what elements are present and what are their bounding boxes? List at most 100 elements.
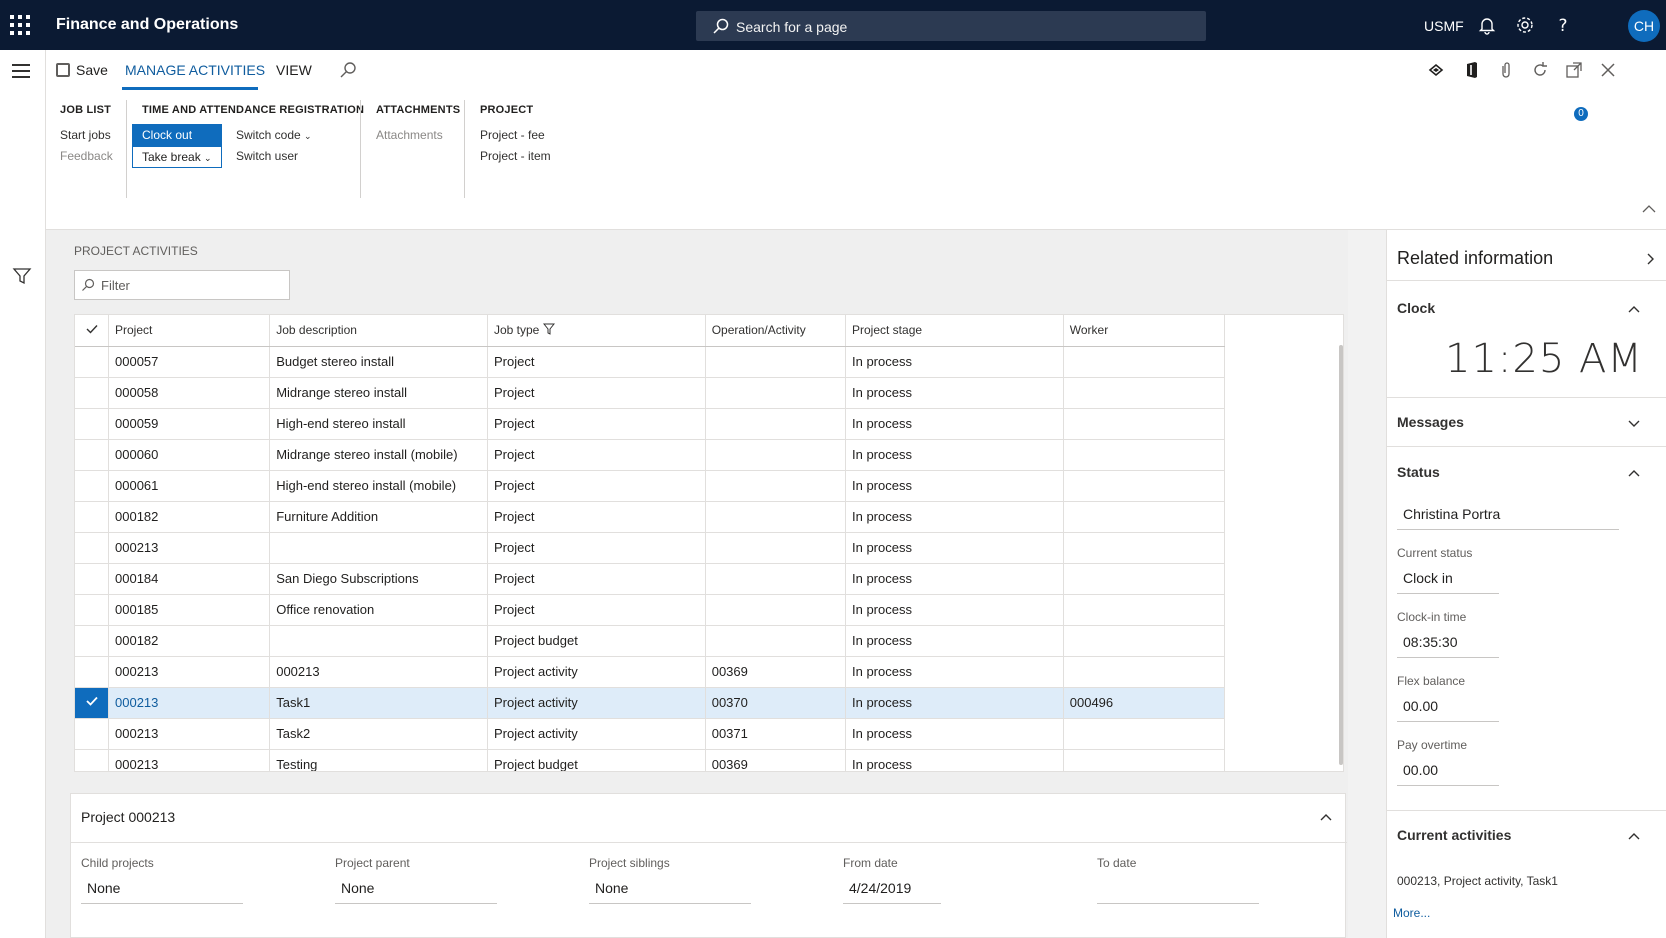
- cell-project-stage[interactable]: In process: [845, 377, 1064, 409]
- cell-operation-activity[interactable]: [705, 439, 847, 471]
- refresh-icon[interactable]: [1530, 60, 1550, 80]
- cell-operation-activity[interactable]: [705, 594, 847, 626]
- table-row[interactable]: 000058 Midrange stereo install Project In p…: [75, 377, 1226, 409]
- table-row[interactable]: 000060 Midrange stereo install (mobile) Pr…: [75, 439, 1226, 471]
- switch-code-button[interactable]: Switch code ⌄: [236, 128, 312, 142]
- cell-operation-activity[interactable]: [705, 377, 847, 409]
- cell-job-description[interactable]: Midrange stereo install: [269, 377, 488, 409]
- cell-operation-activity[interactable]: [705, 346, 847, 378]
- cell-job-description[interactable]: Task2: [269, 718, 488, 750]
- cell-project-stage[interactable]: In process: [845, 501, 1064, 533]
- table-row[interactable]: 000213 Testing Project budget 00369 In proce…: [75, 749, 1226, 771]
- row-checkbox[interactable]: [75, 718, 109, 750]
- cell-project[interactable]: 000213: [108, 718, 271, 750]
- table-row[interactable]: 000061 High-end stereo install (mobile) Pr…: [75, 470, 1226, 502]
- cell-job-type[interactable]: Project activity: [487, 687, 706, 719]
- gear-icon[interactable]: [1514, 14, 1536, 36]
- cell-worker[interactable]: [1063, 408, 1226, 440]
- cell-project[interactable]: 000060: [108, 439, 271, 471]
- row-checkbox[interactable]: [75, 377, 109, 409]
- diamond-icon[interactable]: [1426, 60, 1446, 80]
- project-item-button[interactable]: Project - item: [480, 149, 551, 163]
- switch-user-button[interactable]: Switch user: [236, 149, 298, 163]
- cell-worker[interactable]: [1063, 749, 1226, 771]
- cell-job-type[interactable]: Project: [487, 594, 706, 626]
- to-date-value[interactable]: [1097, 880, 1259, 904]
- cell-project-stage[interactable]: In process: [845, 439, 1064, 471]
- cell-project[interactable]: 000213: [108, 532, 271, 564]
- cell-job-description[interactable]: Testing: [269, 749, 488, 771]
- table-row[interactable]: 000213 Task1 Project activity 00370 In proce…: [75, 687, 1226, 719]
- cell-operation-activity[interactable]: [705, 470, 847, 502]
- cell-project-stage[interactable]: In process: [845, 470, 1064, 502]
- cell-worker[interactable]: [1063, 439, 1226, 471]
- cell-job-type[interactable]: Project activity: [487, 718, 706, 750]
- tab-manage-activities[interactable]: MANAGE ACTIVITIES: [125, 62, 265, 78]
- cell-job-description[interactable]: Office renovation: [269, 594, 488, 626]
- row-checkbox[interactable]: [75, 501, 109, 533]
- chevron-up-icon[interactable]: [1319, 810, 1333, 824]
- column-header-worker[interactable]: Worker: [1063, 315, 1226, 347]
- company-picker[interactable]: USMF: [1424, 18, 1464, 34]
- collapse-action-pane-icon[interactable]: [1640, 202, 1658, 216]
- user-avatar[interactable]: CH: [1628, 10, 1660, 42]
- cell-job-description[interactable]: High-end stereo install (mobile): [269, 470, 488, 502]
- status-heading[interactable]: Status: [1397, 464, 1440, 480]
- cell-project[interactable]: 000182: [108, 501, 271, 533]
- current-activities-heading[interactable]: Current activities: [1397, 827, 1511, 843]
- feedback-button[interactable]: Feedback: [60, 149, 113, 163]
- chevron-down-icon[interactable]: [1627, 416, 1641, 430]
- cell-project[interactable]: 000213: [108, 656, 271, 688]
- cell-job-type[interactable]: Project budget: [487, 749, 706, 771]
- cell-project-stage[interactable]: In process: [845, 408, 1064, 440]
- cell-job-type[interactable]: Project: [487, 563, 706, 595]
- table-row[interactable]: 000213 Project In process: [75, 532, 1226, 564]
- table-row[interactable]: 000182 Furniture Addition Project In proces…: [75, 501, 1226, 533]
- cell-project[interactable]: 000213: [108, 687, 271, 719]
- row-checkbox[interactable]: [75, 439, 109, 471]
- project-siblings-value[interactable]: None: [589, 880, 751, 904]
- filter-icon[interactable]: [12, 266, 32, 286]
- cell-project[interactable]: 000061: [108, 470, 271, 502]
- row-checkbox[interactable]: [75, 346, 109, 378]
- hamburger-menu-icon[interactable]: [12, 64, 30, 78]
- cell-project-stage[interactable]: In process: [845, 687, 1064, 719]
- cell-worker[interactable]: [1063, 501, 1226, 533]
- cell-project-stage[interactable]: In process: [845, 656, 1064, 688]
- app-launcher-icon[interactable]: [10, 15, 30, 35]
- child-projects-value[interactable]: None: [81, 880, 243, 904]
- grid-scrollbar-thumb[interactable]: [1339, 345, 1343, 765]
- cell-worker[interactable]: 000496: [1063, 687, 1226, 719]
- cell-worker[interactable]: [1063, 625, 1226, 657]
- select-all-checkbox[interactable]: [75, 315, 109, 347]
- page-search-box[interactable]: Search for a page: [696, 11, 1206, 41]
- cell-worker[interactable]: [1063, 346, 1226, 378]
- cell-job-type[interactable]: Project budget: [487, 625, 706, 657]
- cell-job-type[interactable]: Project: [487, 377, 706, 409]
- from-date-value[interactable]: 4/24/2019: [843, 880, 941, 904]
- row-checkbox[interactable]: [75, 594, 109, 626]
- filter-input[interactable]: Filter: [74, 270, 290, 300]
- cell-job-description[interactable]: 000213: [269, 656, 488, 688]
- table-row[interactable]: 000182 Project budget In process: [75, 625, 1226, 657]
- project-fee-button[interactable]: Project - fee: [480, 128, 545, 142]
- chevron-up-icon[interactable]: [1627, 829, 1641, 843]
- table-row[interactable]: 000185 Office renovation Project In process: [75, 594, 1226, 626]
- start-jobs-button[interactable]: Start jobs: [60, 128, 111, 142]
- cell-project[interactable]: 000184: [108, 563, 271, 595]
- cell-operation-activity[interactable]: [705, 501, 847, 533]
- cell-job-type[interactable]: Project: [487, 470, 706, 502]
- cell-job-type[interactable]: Project: [487, 408, 706, 440]
- cell-operation-activity[interactable]: 00371: [705, 718, 847, 750]
- cell-worker[interactable]: [1063, 470, 1226, 502]
- cell-project[interactable]: 000185: [108, 594, 271, 626]
- table-row[interactable]: 000184 San Diego Subscriptions Project In p…: [75, 563, 1226, 595]
- cell-project-stage[interactable]: In process: [845, 563, 1064, 595]
- table-row[interactable]: 000213 000213 Project activity 00369 In proc…: [75, 656, 1226, 688]
- cell-operation-activity[interactable]: [705, 532, 847, 564]
- close-icon[interactable]: [1598, 60, 1618, 80]
- office-icon[interactable]: [1462, 60, 1482, 80]
- cell-project-stage[interactable]: In process: [845, 718, 1064, 750]
- help-icon[interactable]: ?: [1552, 14, 1574, 36]
- cell-job-type[interactable]: Project: [487, 501, 706, 533]
